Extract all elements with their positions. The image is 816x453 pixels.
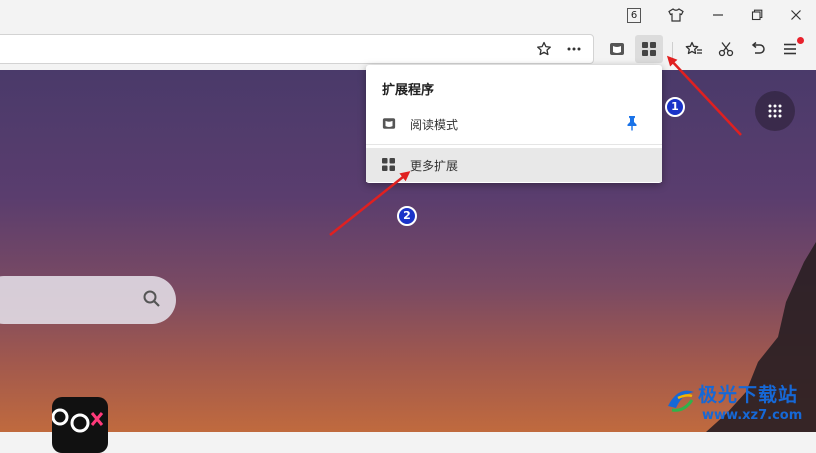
watermark: 极光下载站 www.xz7.com	[664, 380, 816, 432]
arrow-2	[329, 171, 411, 236]
watermark-text: 极光下载站	[698, 384, 799, 406]
arrow-1	[666, 55, 742, 136]
watermark-logo-icon	[668, 390, 694, 412]
step-badge-1: 1	[665, 97, 685, 117]
watermark-url: www.xz7.com	[702, 408, 803, 423]
step-badge-2: 2	[397, 206, 417, 226]
